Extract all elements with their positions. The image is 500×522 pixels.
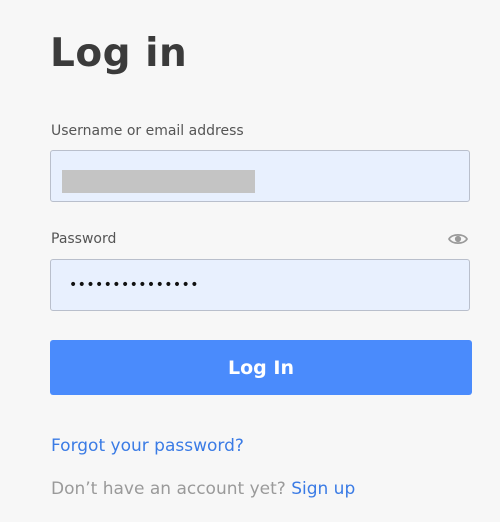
login-button[interactable]: Log In	[50, 340, 472, 395]
password-label: Password	[51, 231, 117, 247]
eye-icon-graphic	[447, 233, 469, 245]
eye-icon[interactable]	[447, 231, 469, 247]
sign-up-link[interactable]: Sign up	[291, 479, 355, 499]
no-account-text: Don’t have an account yet?	[51, 479, 286, 499]
redacted-username	[62, 170, 255, 193]
username-label: Username or email address	[51, 123, 244, 139]
login-page: Log in Username or email address Passwor…	[0, 0, 500, 522]
password-field[interactable]	[50, 259, 470, 311]
forgot-password-link[interactable]: Forgot your password?	[51, 435, 244, 457]
page-title: Log in	[50, 31, 188, 76]
signup-row: Don’t have an account yet? Sign up	[51, 478, 355, 500]
